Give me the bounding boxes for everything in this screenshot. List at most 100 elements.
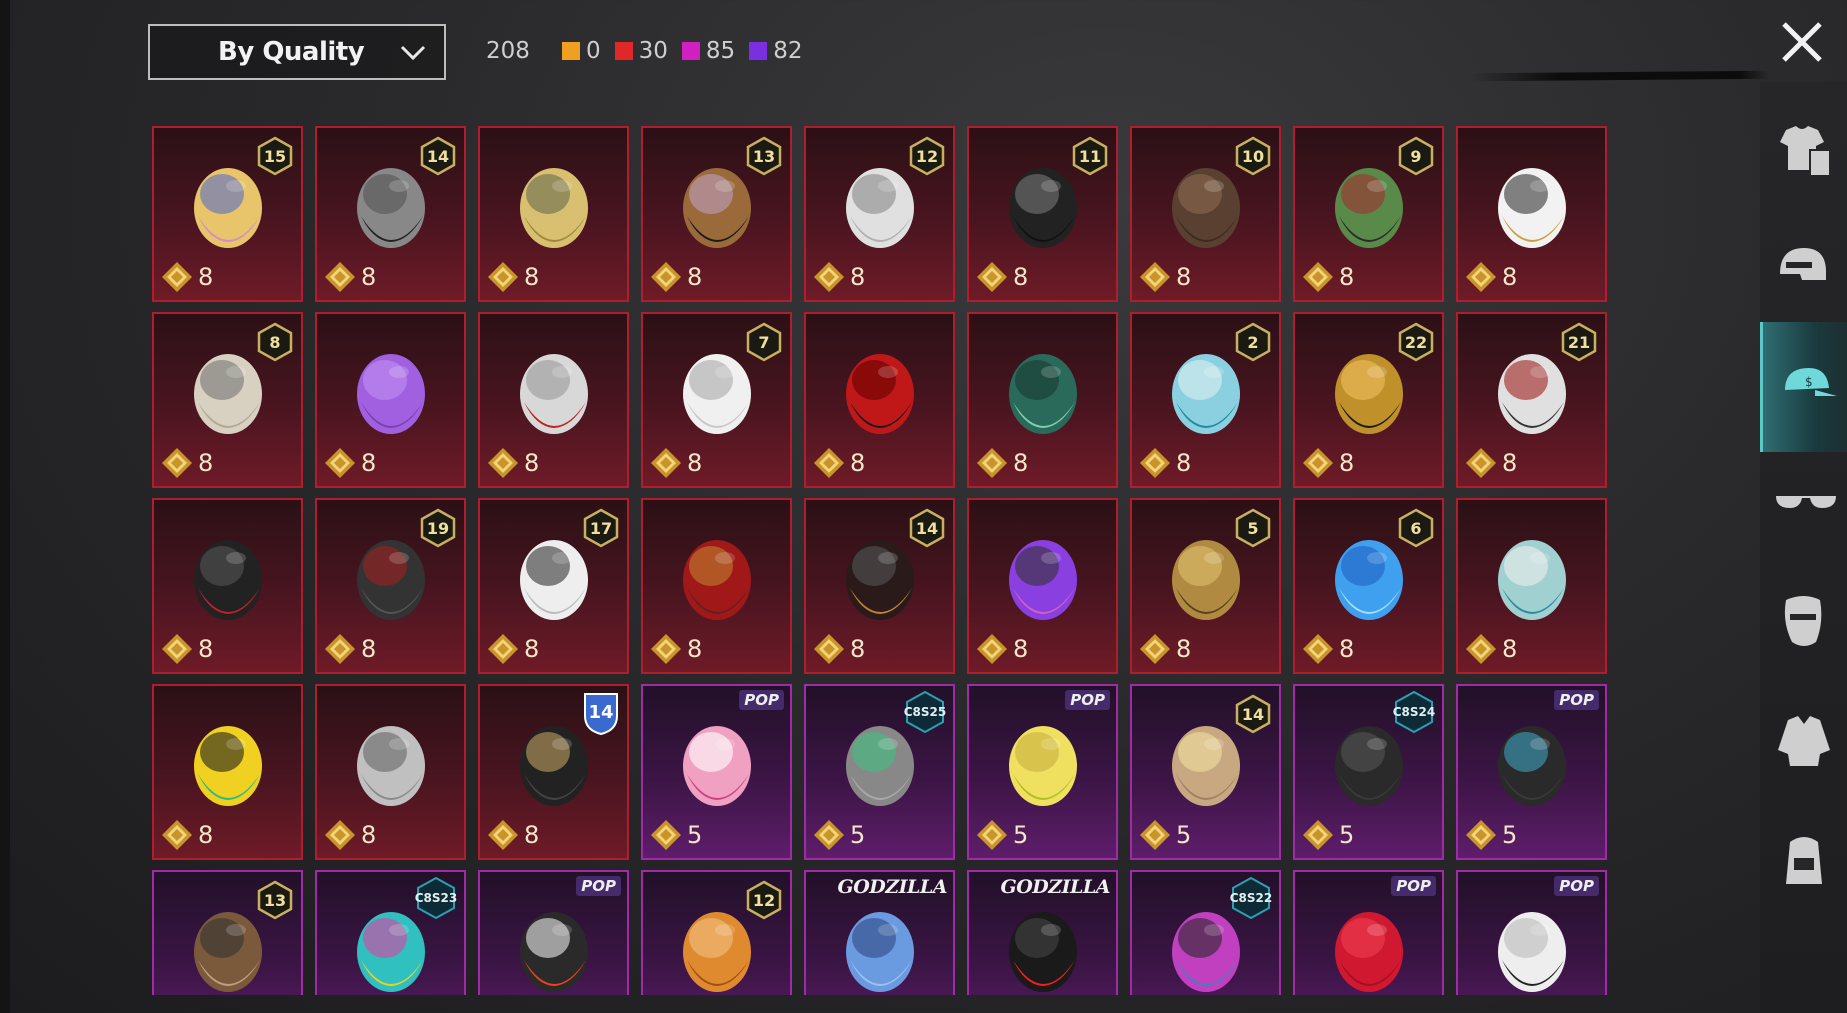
inventory-item-card[interactable]: 12 bbox=[641, 870, 792, 995]
currency-diamond-icon bbox=[1466, 634, 1496, 664]
close-button[interactable] bbox=[1778, 18, 1826, 66]
red-black-helmet-icon bbox=[846, 354, 914, 434]
inventory-item-card[interactable]: 8 bbox=[152, 684, 303, 860]
inventory-item-card[interactable]: POP bbox=[478, 870, 629, 995]
inventory-item-card[interactable]: 19 8 bbox=[315, 498, 466, 674]
sidebar-item-jacket-category[interactable] bbox=[1760, 676, 1847, 806]
currency-diamond-icon bbox=[1303, 634, 1333, 664]
level-hexagon-icon: 15 bbox=[257, 136, 293, 176]
inventory-item-card[interactable]: 8 bbox=[967, 498, 1118, 674]
inventory-item-card[interactable]: 17 8 bbox=[478, 498, 629, 674]
jacket-category-icon bbox=[1777, 716, 1830, 766]
level-number: 14 bbox=[916, 519, 938, 538]
inventory-item-card[interactable]: 14 5 bbox=[1130, 684, 1281, 860]
inventory-item-card[interactable]: 8 bbox=[1456, 498, 1607, 674]
price-value: 8 bbox=[1176, 449, 1192, 477]
currency-diamond-icon bbox=[1140, 634, 1170, 664]
price-value: 8 bbox=[1339, 449, 1355, 477]
inventory-item-card[interactable]: 14 8 bbox=[804, 498, 955, 674]
glasses-category-icon bbox=[1775, 496, 1836, 508]
black-cap-shades-icon bbox=[520, 912, 588, 992]
inventory-item-card[interactable]: POP 5 bbox=[967, 684, 1118, 860]
pop-badge: POP bbox=[1554, 876, 1599, 896]
item-price: 5 bbox=[975, 818, 1028, 852]
inventory-item-card[interactable]: POP 5 bbox=[1456, 684, 1607, 860]
inventory-item-card[interactable]: 8 bbox=[1456, 126, 1607, 302]
inventory-item-card[interactable]: C8S25 5 bbox=[804, 684, 955, 860]
inventory-item-card[interactable]: 14 8 bbox=[478, 684, 629, 860]
inventory-item-card[interactable]: C8S23 bbox=[315, 870, 466, 995]
inventory-item-card[interactable]: 8 bbox=[152, 498, 303, 674]
currency-diamond-icon bbox=[488, 448, 518, 478]
price-value: 8 bbox=[361, 449, 377, 477]
inventory-item-card[interactable]: 7 8 bbox=[641, 312, 792, 488]
price-value: 8 bbox=[524, 635, 540, 663]
level-number: 19 bbox=[427, 519, 449, 538]
red-hair-icon bbox=[1335, 912, 1403, 992]
inventory-item-card[interactable]: 12 8 bbox=[804, 126, 955, 302]
inventory-item-card[interactable]: GODZILLA bbox=[804, 870, 955, 995]
inventory-item-card[interactable]: 8 bbox=[804, 312, 955, 488]
sidebar-item-glasses-category[interactable] bbox=[1760, 440, 1847, 570]
sidebar-item-helmet-category[interactable] bbox=[1760, 204, 1847, 334]
level-hexagon-icon: 22 bbox=[1398, 322, 1434, 362]
sidebar-item-cap-category[interactable]: $ bbox=[1760, 322, 1847, 452]
currency-diamond-icon bbox=[325, 820, 355, 850]
inventory-item-card[interactable]: 8 bbox=[315, 684, 466, 860]
inventory-item-card[interactable]: C8S22 bbox=[1130, 870, 1281, 995]
yellow-box-head-icon bbox=[1009, 726, 1077, 806]
inventory-item-card[interactable]: 6 8 bbox=[1293, 498, 1444, 674]
price-value: 8 bbox=[1013, 449, 1029, 477]
item-price: 5 bbox=[649, 818, 702, 852]
inventory-item-card[interactable]: 2 8 bbox=[1130, 312, 1281, 488]
inventory-item-card[interactable]: 8 bbox=[315, 312, 466, 488]
inventory-item-card[interactable]: 8 bbox=[478, 126, 629, 302]
currency-diamond-icon bbox=[1466, 448, 1496, 478]
level-number: 14 bbox=[1242, 705, 1264, 724]
inventory-item-card[interactable]: POP bbox=[1293, 870, 1444, 995]
spiky-hair-glasses-icon bbox=[1009, 912, 1077, 992]
inventory-item-card[interactable]: C8S24 5 bbox=[1293, 684, 1444, 860]
inventory-item-card[interactable]: 8 bbox=[478, 312, 629, 488]
sidebar-item-backpack-category[interactable] bbox=[1760, 794, 1847, 924]
inventory-item-card[interactable]: 22 8 bbox=[1293, 312, 1444, 488]
inventory-item-card[interactable]: 15 8 bbox=[152, 126, 303, 302]
level-hexagon-icon: 6 bbox=[1398, 508, 1434, 548]
inventory-item-card[interactable]: 14 8 bbox=[315, 126, 466, 302]
currency-diamond-icon bbox=[1466, 820, 1496, 850]
inventory-item-card[interactable]: 5 8 bbox=[1130, 498, 1281, 674]
price-value: 8 bbox=[524, 263, 540, 291]
pop-badge: POP bbox=[1065, 690, 1110, 710]
inventory-item-card[interactable]: 13 bbox=[152, 870, 303, 995]
sidebar-item-outfit-category[interactable] bbox=[1760, 86, 1847, 216]
inventory-item-card[interactable]: POP bbox=[1456, 870, 1607, 995]
item-price: 8 bbox=[160, 632, 213, 666]
inventory-item-card[interactable]: 9 8 bbox=[1293, 126, 1444, 302]
item-price: 5 bbox=[1301, 818, 1354, 852]
currency-diamond-icon bbox=[488, 262, 518, 292]
cap-category-icon: $ bbox=[1784, 368, 1837, 396]
gold-green-helmet-icon bbox=[194, 726, 262, 806]
inventory-item-card[interactable]: 11 8 bbox=[967, 126, 1118, 302]
inventory-item-card[interactable]: 21 8 bbox=[1456, 312, 1607, 488]
inventory-item-card[interactable]: 8 bbox=[641, 498, 792, 674]
inventory-item-card[interactable]: 8 8 bbox=[152, 312, 303, 488]
level-hexagon-icon: 10 bbox=[1235, 136, 1271, 176]
level-number: 17 bbox=[590, 519, 612, 538]
panda-head-icon bbox=[1498, 912, 1566, 992]
item-price: 8 bbox=[160, 446, 213, 480]
currency-diamond-icon bbox=[977, 634, 1007, 664]
inventory-item-card[interactable]: 8 bbox=[967, 312, 1118, 488]
season-badge: C8S22 bbox=[1229, 876, 1273, 920]
price-value: 5 bbox=[1339, 821, 1355, 849]
price-value: 8 bbox=[687, 635, 703, 663]
season-shield-icon: 14 bbox=[584, 693, 618, 736]
inventory-item-card[interactable]: 10 8 bbox=[1130, 126, 1281, 302]
inventory-item-card[interactable]: POP 5 bbox=[641, 684, 792, 860]
category-sidebar: $ bbox=[1760, 82, 1847, 1013]
inventory-item-card[interactable]: 13 8 bbox=[641, 126, 792, 302]
sidebar-item-mask-category[interactable] bbox=[1760, 558, 1847, 688]
level-hexagon-icon: 19 bbox=[420, 508, 456, 548]
level-hexagon-icon: 21 bbox=[1561, 322, 1597, 362]
inventory-item-card[interactable]: GODZILLA bbox=[967, 870, 1118, 995]
